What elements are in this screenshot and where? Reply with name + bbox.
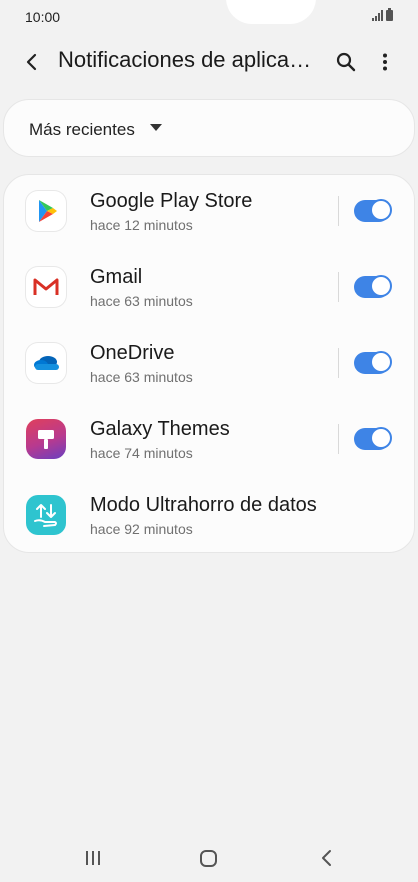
app-time: hace 63 minutos (90, 369, 193, 385)
app-name: Galaxy Themes (90, 418, 230, 440)
app-bar: Notificaciones de aplicaciones (0, 34, 418, 88)
nav-back-icon[interactable] (318, 849, 336, 867)
list-item[interactable]: Gmail hace 63 minutos (4, 251, 416, 327)
toggle-knob (370, 275, 392, 297)
divider (338, 348, 339, 378)
battery-icon (386, 8, 393, 21)
search-icon (336, 52, 356, 72)
gmail-icon (26, 267, 66, 307)
sort-filter-label: Más recientes (29, 120, 135, 139)
list-item[interactable]: Galaxy Themes hace 74 minutos (4, 403, 416, 479)
app-time: hace 92 minutos (90, 521, 193, 537)
notification-toggle[interactable] (354, 351, 392, 374)
notification-toggle[interactable] (354, 199, 392, 222)
more-vertical-icon (383, 53, 387, 71)
app-time: hace 74 minutos (90, 445, 193, 461)
home-icon[interactable] (200, 850, 217, 867)
notification-toggle[interactable] (354, 275, 392, 298)
data-saver-icon (26, 495, 66, 535)
divider (338, 196, 339, 226)
recent-apps-icon[interactable] (84, 851, 102, 865)
signal-icon (372, 10, 383, 21)
navigation-bar (0, 832, 418, 882)
app-notification-list: Google Play Store hace 12 minutos Gmail … (3, 174, 415, 553)
dropdown-arrow-icon (150, 124, 162, 131)
toggle-knob (370, 199, 392, 221)
app-time: hace 12 minutos (90, 217, 193, 233)
app-time: hace 63 minutos (90, 293, 193, 309)
toggle-knob (370, 427, 392, 449)
sort-filter-dropdown[interactable]: Más recientes (3, 99, 415, 157)
list-item[interactable]: OneDrive hace 63 minutos (4, 327, 416, 403)
chevron-left-icon (26, 53, 37, 71)
app-name: OneDrive (90, 342, 175, 364)
list-item[interactable]: Google Play Store hace 12 minutos (4, 175, 416, 251)
more-options-button[interactable] (371, 48, 399, 76)
notification-toggle[interactable] (354, 427, 392, 450)
camera-notch (226, 0, 316, 24)
app-name: Modo Ultrahorro de datos (90, 494, 317, 516)
status-time: 10:00 (25, 9, 61, 25)
back-button[interactable] (18, 48, 46, 76)
search-button[interactable] (332, 48, 360, 76)
list-item[interactable]: Modo Ultrahorro de datos hace 92 minutos (4, 479, 416, 555)
page-title: Notificaciones de aplicaciones (58, 47, 316, 72)
app-name: Google Play Store (90, 190, 253, 212)
toggle-knob (370, 351, 392, 373)
divider (338, 272, 339, 302)
divider (338, 424, 339, 454)
google-play-store-icon (26, 191, 66, 231)
galaxy-themes-icon (26, 419, 66, 459)
status-bar: 10:00 (0, 0, 418, 34)
app-name: Gmail (90, 266, 143, 288)
onedrive-icon (26, 343, 66, 383)
